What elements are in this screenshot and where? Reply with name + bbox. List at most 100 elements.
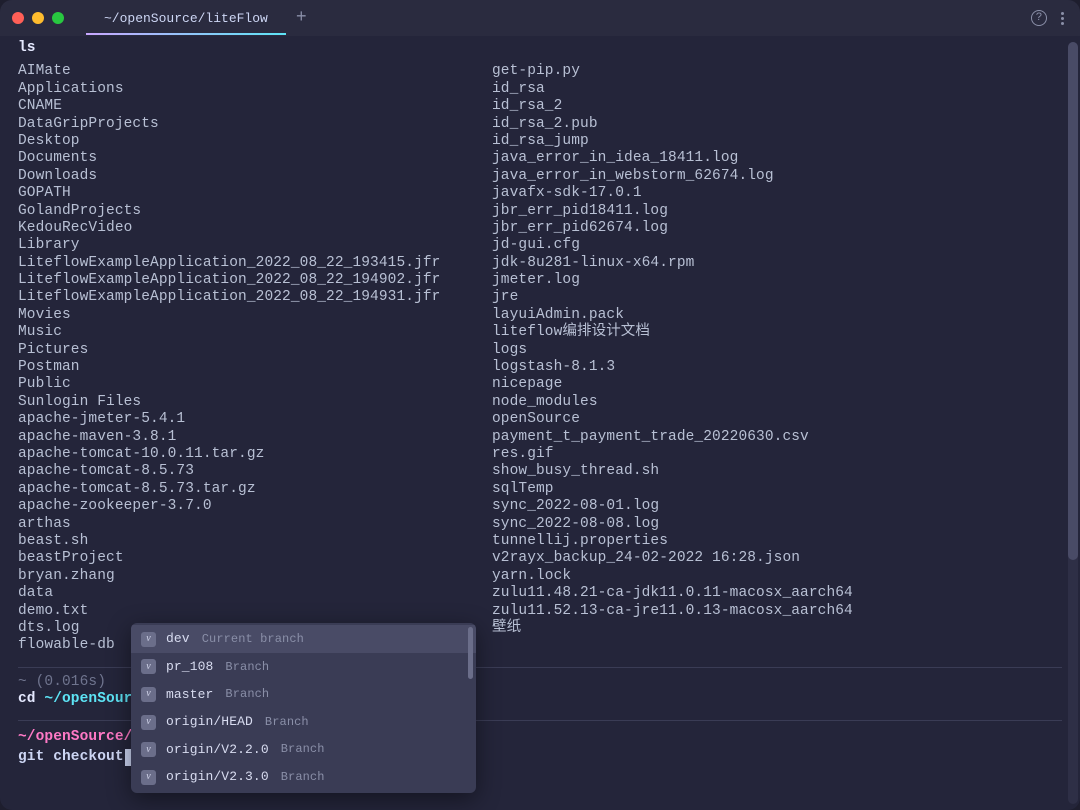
list-item: apache-tomcat-8.5.73.tar.gz — [18, 481, 492, 498]
list-item: arthas — [18, 516, 492, 533]
autocomplete-item[interactable]: νdev Current branch — [131, 625, 476, 653]
list-item: layuiAdmin.pack — [492, 307, 1062, 324]
list-item: bryan.zhang — [18, 568, 492, 585]
autocomplete-name: dev — [166, 631, 190, 647]
terminal-body[interactable]: ls AIMateApplicationsCNAMEDataGripProjec… — [0, 36, 1080, 810]
autocomplete-name: master — [166, 687, 213, 703]
list-item: Applications — [18, 81, 492, 98]
scrollbar-thumb[interactable] — [1068, 42, 1078, 560]
autocomplete-popup[interactable]: νdevCurrent branchνpr_108BranchνmasterBr… — [131, 623, 476, 793]
autocomplete-name: pr_108 — [166, 659, 213, 675]
list-item: Library — [18, 237, 492, 254]
prev-command: ls — [18, 40, 1062, 57]
list-item: zulu11.52.13-ca-jre11.0.13-macosx_aarch6… — [492, 603, 1062, 620]
list-item: java_error_in_idea_18411.log — [492, 150, 1062, 167]
list-item: LiteflowExampleApplication_2022_08_22_19… — [18, 289, 492, 306]
scrollbar[interactable] — [1068, 42, 1078, 804]
ls-output: AIMateApplicationsCNAMEDataGripProjectsD… — [18, 63, 1062, 654]
list-item: Movies — [18, 307, 492, 324]
list-item: Sunlogin Files — [18, 394, 492, 411]
autocomplete-scrollbar[interactable] — [468, 627, 473, 679]
list-item: payment_t_payment_trade_20220630.csv — [492, 429, 1062, 446]
autocomplete-item[interactable]: νorigin/V2.3.0Branch — [131, 763, 476, 791]
list-item: Pictures — [18, 342, 492, 359]
terminal-window: ~/openSource/liteFlow + ? ls AIMateAppli… — [0, 0, 1080, 810]
autocomplete-name: origin/HEAD — [166, 714, 253, 730]
branch-icon: ν — [141, 632, 156, 647]
autocomplete-hint: Branch — [281, 742, 325, 756]
list-item: show_busy_thread.sh — [492, 463, 1062, 480]
list-item: beast.sh — [18, 533, 492, 550]
autocomplete-item[interactable]: ν origin/HEAD Branch — [131, 708, 476, 736]
titlebar: ~/openSource/liteFlow + ? — [0, 0, 1080, 36]
list-item: Music — [18, 324, 492, 341]
list-item: Public — [18, 376, 492, 393]
tab-active[interactable]: ~/openSource/liteFlow — [86, 1, 286, 35]
list-item: jd-gui.cfg — [492, 237, 1062, 254]
maximize-button[interactable] — [52, 12, 64, 24]
list-item: jre — [492, 289, 1062, 306]
list-item: jdk-8u281-linux-x64.rpm — [492, 255, 1062, 272]
list-item: jmeter.log — [492, 272, 1062, 289]
list-item: id_rsa — [492, 81, 1062, 98]
list-item: apache-maven-3.8.1 — [18, 429, 492, 446]
list-item: logs — [492, 342, 1062, 359]
list-item: jbr_err_pid62674.log — [492, 220, 1062, 237]
autocomplete-hint: Branch — [225, 660, 269, 674]
list-item: GolandProjects — [18, 203, 492, 220]
list-item: node_modules — [492, 394, 1062, 411]
list-item: GOPATH — [18, 185, 492, 202]
list-item: DataGripProjects — [18, 116, 492, 133]
list-item: apache-tomcat-8.5.73 — [18, 463, 492, 480]
list-item: sync_2022-08-01.log — [492, 498, 1062, 515]
list-item: 壁纸 — [492, 620, 1062, 637]
close-button[interactable] — [12, 12, 24, 24]
list-item: logstash-8.1.3 — [492, 359, 1062, 376]
list-item: Documents — [18, 150, 492, 167]
new-tab-button[interactable]: + — [296, 9, 307, 27]
list-item: javafx-sdk-17.0.1 — [492, 185, 1062, 202]
menu-icon[interactable] — [1061, 12, 1064, 25]
list-item: Desktop — [18, 133, 492, 150]
list-item: liteflow编排设计文档 — [492, 324, 1062, 341]
list-item: KedouRecVideo — [18, 220, 492, 237]
list-item: nicepage — [492, 376, 1062, 393]
list-item: sync_2022-08-08.log — [492, 516, 1062, 533]
list-item: id_rsa_jump — [492, 133, 1062, 150]
autocomplete-name: origin/V2.2.0 — [166, 742, 269, 758]
autocomplete-item[interactable]: ν origin/V2.2.0 Branch — [131, 736, 476, 764]
autocomplete-hint: Current branch — [202, 632, 304, 646]
list-item: id_rsa_2 — [492, 98, 1062, 115]
list-item: jbr_err_pid18411.log — [492, 203, 1062, 220]
list-item: demo.txt — [18, 603, 492, 620]
branch-icon: ν — [141, 659, 156, 674]
branch-icon: ν — [141, 687, 156, 702]
branch-icon: ν — [141, 770, 156, 785]
list-item: Postman — [18, 359, 492, 376]
list-item: zulu11.48.21-ca-jdk11.0.11-macosx_aarch6… — [492, 585, 1062, 602]
autocomplete-hint: Branch — [265, 715, 309, 729]
typed-command: git checkout — [18, 749, 124, 766]
list-item: CNAME — [18, 98, 492, 115]
cd-path: ~/openSour — [44, 691, 132, 707]
autocomplete-item[interactable]: ν pr_108 Branch — [131, 653, 476, 681]
list-item: yarn.lock — [492, 568, 1062, 585]
branch-icon: ν — [141, 742, 156, 757]
branch-icon: ν — [141, 715, 156, 730]
list-item: LiteflowExampleApplication_2022_08_22_19… — [18, 255, 492, 272]
list-item: v2rayx_backup_24-02-2022 16:28.json — [492, 550, 1062, 567]
cd-cmd: cd — [18, 691, 44, 707]
list-item: get-pip.py — [492, 63, 1062, 80]
list-item: openSource — [492, 411, 1062, 428]
help-icon[interactable]: ? — [1031, 10, 1047, 26]
list-item: apache-tomcat-10.0.11.tar.gz — [18, 446, 492, 463]
traffic-lights — [12, 12, 64, 24]
list-item: id_rsa_2.pub — [492, 116, 1062, 133]
list-item: java_error_in_webstorm_62674.log — [492, 168, 1062, 185]
list-item: LiteflowExampleApplication_2022_08_22_19… — [18, 272, 492, 289]
list-item: data — [18, 585, 492, 602]
list-item: apache-jmeter-5.4.1 — [18, 411, 492, 428]
autocomplete-hint: Branch — [225, 687, 269, 701]
autocomplete-item[interactable]: νmaster Branch — [131, 681, 476, 709]
minimize-button[interactable] — [32, 12, 44, 24]
